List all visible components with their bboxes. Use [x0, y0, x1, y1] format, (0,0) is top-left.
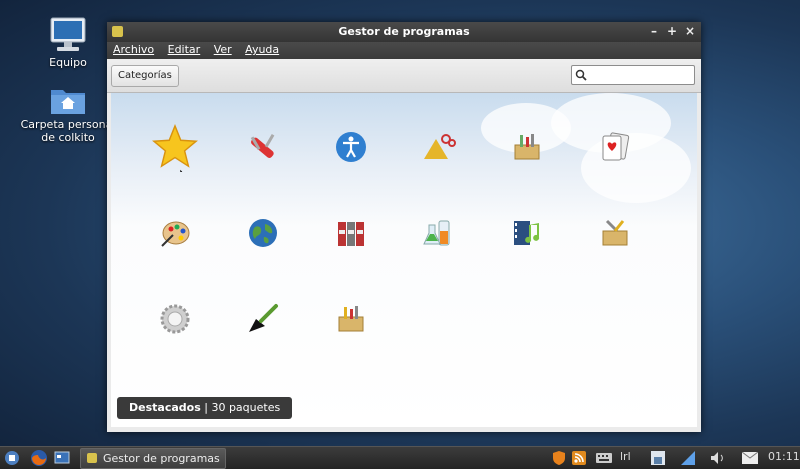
- menu-bar: Archivo Editar Ver Ayuda: [107, 42, 701, 59]
- science-icon[interactable]: [415, 209, 463, 257]
- paint-palette-icon[interactable]: [151, 209, 199, 257]
- computer-icon: [50, 17, 86, 51]
- desktop-icon-label: Carpeta personal de colkito: [20, 118, 116, 144]
- featured-grid: Destacados | 30 paquetes: [111, 93, 697, 427]
- mail-icon[interactable]: [742, 452, 758, 464]
- software-manager-window: Gestor de programas – + × Archivo Editar…: [107, 22, 701, 432]
- clock[interactable]: 01:11: [768, 450, 800, 463]
- desktop-icon-home[interactable]: Carpeta personal de colkito: [20, 84, 116, 144]
- taskbar-window-button[interactable]: Gestor de programas: [80, 448, 226, 469]
- app-icon: [87, 453, 97, 463]
- crate-icon[interactable]: [327, 295, 375, 343]
- home-folder-icon: [51, 90, 85, 114]
- status-count: 30 paquetes: [211, 401, 281, 414]
- network-icon[interactable]: [680, 450, 696, 466]
- desktop-icon-computer[interactable]: Equipo: [20, 16, 116, 69]
- taskbar: Gestor de programas lrl 01:11: [0, 446, 800, 469]
- start-menu-icon[interactable]: [4, 450, 20, 466]
- desktop-icon-label: Equipo: [49, 56, 87, 69]
- firefox-icon[interactable]: [30, 449, 48, 467]
- status-featured: Destacados: [129, 401, 201, 414]
- categories-button[interactable]: Categorías: [111, 65, 179, 87]
- menu-editar[interactable]: Editar: [168, 43, 201, 56]
- multimedia-icon[interactable]: [503, 209, 551, 257]
- system-gear-icon[interactable]: [151, 295, 199, 343]
- window-title: Gestor de programas: [338, 25, 470, 38]
- toolbox-icon[interactable]: [503, 123, 551, 171]
- maximize-button[interactable]: +: [665, 24, 679, 38]
- globe-icon[interactable]: [239, 209, 287, 257]
- title-bar[interactable]: Gestor de programas – + ×: [107, 22, 701, 42]
- cards-game-icon[interactable]: [591, 123, 639, 171]
- keyboard-layout[interactable]: lrl: [620, 450, 631, 463]
- minimize-button[interactable]: –: [647, 24, 661, 38]
- rss-icon[interactable]: [572, 451, 586, 465]
- trowel-icon[interactable]: [239, 295, 287, 343]
- menu-ver[interactable]: Ver: [214, 43, 232, 56]
- keyboard-icon[interactable]: [596, 453, 612, 463]
- status-separator: |: [200, 401, 212, 414]
- close-button[interactable]: ×: [683, 24, 697, 38]
- shield-icon[interactable]: [552, 450, 566, 466]
- books-icon[interactable]: [327, 209, 375, 257]
- menu-archivo[interactable]: Archivo: [113, 43, 154, 56]
- search-icon: [575, 69, 587, 81]
- accessibility-icon[interactable]: [327, 123, 375, 171]
- settings-tools-icon[interactable]: [591, 209, 639, 257]
- toolbar: Categorías: [107, 59, 701, 93]
- taskbar-window-label: Gestor de programas: [103, 452, 220, 465]
- star-icon[interactable]: [151, 123, 199, 172]
- updates-icon[interactable]: [650, 450, 666, 466]
- volume-icon[interactable]: [710, 451, 726, 465]
- tools-knife-icon[interactable]: [239, 123, 287, 171]
- status-bar: Destacados | 30 paquetes: [117, 397, 293, 419]
- show-desktop-icon[interactable]: [54, 450, 70, 466]
- education-icon[interactable]: [415, 123, 463, 171]
- menu-ayuda[interactable]: Ayuda: [245, 43, 279, 56]
- search-input[interactable]: [571, 65, 695, 85]
